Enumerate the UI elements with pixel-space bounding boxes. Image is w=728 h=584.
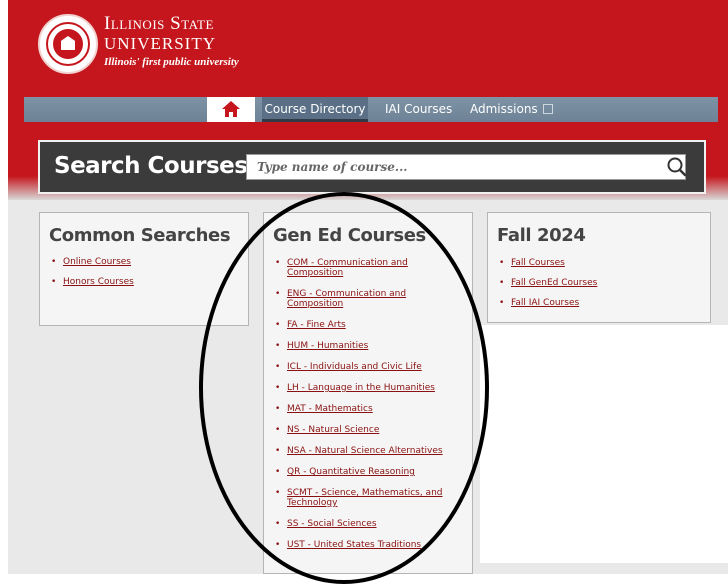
list-item: Fall IAI Courses xyxy=(497,298,597,308)
home-icon xyxy=(222,101,240,117)
link-gened-lh[interactable]: LH - Language in the Humanities xyxy=(287,383,435,393)
list-item: Fall Courses xyxy=(497,258,597,268)
list-item: LH - Language in the Humanities xyxy=(273,383,463,393)
fall-2024-card: Fall 2024 Fall Courses Fall GenEd Course… xyxy=(487,212,711,323)
link-gened-com[interactable]: COM - Communication and Composition xyxy=(287,258,408,278)
list-item: ICL - Individuals and Civic Life xyxy=(273,362,463,372)
link-online-courses[interactable]: Online Courses xyxy=(63,257,131,267)
list-item: FA - Fine Arts xyxy=(273,320,463,330)
link-gened-ns[interactable]: NS - Natural Science xyxy=(287,425,379,435)
list-item: NS - Natural Science xyxy=(273,425,463,435)
link-gened-icl[interactable]: ICL - Individuals and Civic Life xyxy=(287,362,422,372)
link-gened-ust[interactable]: UST - United States Traditions xyxy=(287,540,421,550)
nav-admissions[interactable]: Admissions xyxy=(470,97,553,122)
list-item: ENG - Communication and Composition xyxy=(273,289,463,309)
nav-iai-courses[interactable]: IAI Courses xyxy=(385,97,452,122)
gen-ed-list: COM - Communication and Composition ENG … xyxy=(273,258,463,561)
seal-emblem-icon xyxy=(53,29,83,59)
link-honors-courses[interactable]: Honors Courses xyxy=(63,277,134,287)
list-item: UST - United States Traditions xyxy=(273,540,463,550)
wordmark-line-2: UNIVERSITY xyxy=(104,34,216,53)
link-fall-courses[interactable]: Fall Courses xyxy=(511,258,565,268)
link-gened-scmt[interactable]: SCMT - Science, Mathematics, and Technol… xyxy=(287,488,443,508)
link-gened-ss[interactable]: SS - Social Sciences xyxy=(287,519,377,529)
list-item: COM - Communication and Composition xyxy=(273,258,463,278)
wordmark-tagline: Illinois' first public university xyxy=(104,56,239,68)
link-gened-nsa[interactable]: NSA - Natural Science Alternatives xyxy=(287,446,443,456)
external-link-icon xyxy=(542,103,553,114)
link-gened-eng[interactable]: ENG - Communication and Composition xyxy=(287,289,406,309)
blank-panel xyxy=(480,325,728,563)
list-item: NSA - Natural Science Alternatives xyxy=(273,446,463,456)
fall-list: Fall Courses Fall GenEd Courses Fall IAI… xyxy=(497,258,597,318)
nav-course-directory[interactable]: Course Directory xyxy=(262,97,368,122)
link-fall-gened-courses[interactable]: Fall GenEd Courses xyxy=(511,278,597,288)
gen-ed-title: Gen Ed Courses xyxy=(273,225,426,246)
search-title: Search Courses xyxy=(54,153,248,179)
page-margin xyxy=(0,0,8,574)
common-searches-title: Common Searches xyxy=(49,225,231,246)
list-item: Honors Courses xyxy=(49,277,134,287)
list-item: Fall GenEd Courses xyxy=(497,278,597,288)
common-searches-list: Online Courses Honors Courses xyxy=(49,257,134,297)
link-gened-qr[interactable]: QR - Quantitative Reasoning xyxy=(287,467,415,477)
search-panel: Search Courses xyxy=(38,140,706,194)
link-gened-mat[interactable]: MAT - Mathematics xyxy=(287,404,373,414)
fall-title: Fall 2024 xyxy=(497,225,586,246)
link-gened-hum[interactable]: HUM - Humanities xyxy=(287,341,368,351)
link-fall-iai-courses[interactable]: Fall IAI Courses xyxy=(511,298,579,308)
list-item: QR - Quantitative Reasoning xyxy=(273,467,463,477)
main-navigation: Course Directory IAI Courses Admissions xyxy=(24,97,718,122)
page-frame: Illinois State UNIVERSITY Illinois' firs… xyxy=(8,0,728,574)
university-wordmark[interactable]: Illinois State UNIVERSITY Illinois' firs… xyxy=(104,14,239,69)
university-seal-logo[interactable] xyxy=(38,14,98,74)
course-search-input[interactable] xyxy=(246,154,686,180)
gen-ed-courses-card: Gen Ed Courses COM - Communication and C… xyxy=(263,212,473,574)
nav-home-button[interactable] xyxy=(207,97,255,122)
nav-admissions-label: Admissions xyxy=(470,102,538,116)
list-item: MAT - Mathematics xyxy=(273,404,463,414)
wordmark-line-1: Illinois State xyxy=(104,13,214,34)
list-item: SS - Social Sciences xyxy=(273,519,463,529)
list-item: SCMT - Science, Mathematics, and Technol… xyxy=(273,488,463,508)
common-searches-card: Common Searches Online Courses Honors Co… xyxy=(39,212,249,326)
list-item: HUM - Humanities xyxy=(273,341,463,351)
search-icon[interactable] xyxy=(664,154,690,180)
list-item: Online Courses xyxy=(49,257,134,267)
link-gened-fa[interactable]: FA - Fine Arts xyxy=(287,320,346,330)
